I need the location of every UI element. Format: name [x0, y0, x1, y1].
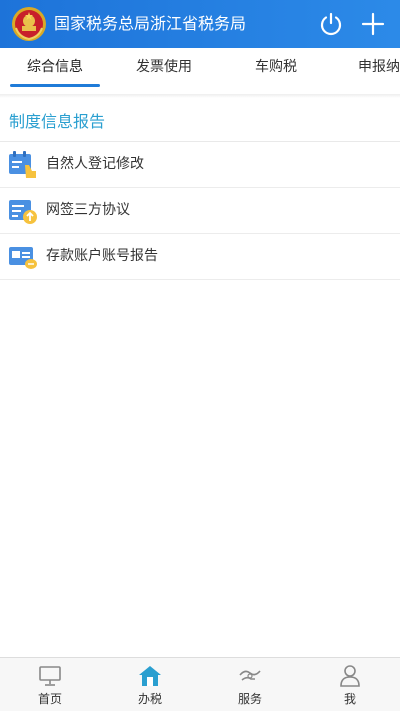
bottom-nav: 首页 办税 服务 我: [0, 657, 400, 711]
nav-tax-handling[interactable]: 办税: [100, 658, 200, 711]
house-icon: [139, 666, 161, 686]
app-title: 国家税务总局浙江省税务局: [54, 14, 247, 33]
tab-bar-shadow: [0, 94, 400, 98]
plus-icon[interactable]: [360, 11, 386, 37]
agreement-upload-icon: [9, 200, 37, 224]
nav-label: 办税: [137, 692, 162, 706]
user-icon: [340, 665, 360, 687]
list-item-deposit-account-report[interactable]: 存款账户账号报告: [0, 234, 400, 280]
nav-me[interactable]: 我: [300, 658, 400, 711]
nav-label: 服务: [237, 692, 262, 706]
tax-account-icon: [9, 247, 37, 269]
app-header: 国家税务总局浙江省税务局: [0, 0, 400, 48]
tab-vehicle-purchase-tax[interactable]: 车购税: [255, 48, 297, 94]
tab-general-info[interactable]: 综合信息: [27, 48, 83, 94]
handshake-icon: [239, 670, 261, 681]
active-tab-indicator: [10, 84, 100, 87]
monitor-icon: [39, 666, 61, 686]
list-item-label: 自然人登记修改: [46, 156, 144, 172]
section-title: 制度信息报告: [9, 112, 106, 131]
list-item-person-registration[interactable]: 自然人登记修改: [0, 142, 400, 188]
list-item-label: 网签三方协议: [46, 202, 130, 218]
power-icon[interactable]: [318, 11, 344, 37]
nav-home[interactable]: 首页: [0, 658, 100, 711]
person-registration-icon: [9, 151, 36, 178]
list-item-tripartite-agreement[interactable]: 网签三方协议: [0, 188, 400, 234]
list-item-label: 存款账户账号报告: [46, 248, 158, 264]
nav-label: 我: [343, 692, 356, 706]
tab-declaration[interactable]: 申报纳: [358, 48, 400, 94]
nav-service[interactable]: 服务: [200, 658, 300, 711]
nav-label: 首页: [37, 692, 62, 706]
national-emblem-icon: [12, 7, 46, 41]
app-root: 国家税务总局浙江省税务局 综合信息 发票使用 车购税 申报纳 制度信息报告 自然…: [0, 0, 400, 711]
tab-invoice-usage[interactable]: 发票使用: [136, 48, 192, 94]
tab-bar: 综合信息 发票使用 车购税 申报纳: [0, 48, 400, 95]
